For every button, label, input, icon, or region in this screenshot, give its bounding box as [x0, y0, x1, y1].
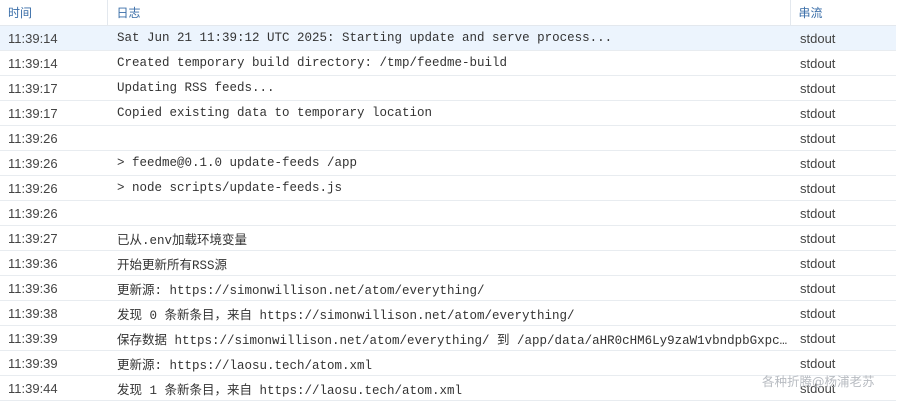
log-message: 发现 1 条新条目，来自 https://laosu.tech/atom.xml: [107, 375, 790, 401]
log-table: 时间 日志 串流 11:39:14 Sat Jun 21 11:39:12 UTC…: [0, 0, 896, 401]
table-row[interactable]: 11:39:27 已从.env加载环境变量 stdout: [0, 225, 896, 251]
column-header-stream[interactable]: 串流: [789, 0, 896, 26]
table-row[interactable]: 11:39:38 发现 0 条新条目，来自 https://simonwillis…: [0, 300, 896, 326]
log-message: Sat Jun 21 11:39:12 UTC 2025: Starting u…: [107, 25, 790, 51]
log-time: 11:39:36: [0, 250, 107, 276]
log-time: 11:39:26: [0, 150, 107, 176]
log-time: 11:39:17: [0, 100, 107, 126]
log-time: 11:39:44: [0, 375, 107, 401]
log-time: 11:39:26: [0, 125, 107, 151]
log-stream: stdout: [790, 100, 896, 126]
log-stream: stdout: [790, 375, 896, 401]
log-message: > feedme@0.1.0 update-feeds /app: [107, 150, 790, 176]
log-time: 11:39:27: [0, 225, 107, 251]
log-stream: stdout: [790, 175, 896, 201]
log-message: 更新源: https://laosu.tech/atom.xml: [107, 350, 790, 376]
log-message: [107, 125, 790, 151]
log-message: 保存数据 https://simonwillison.net/atom/ever…: [107, 325, 790, 351]
log-stream: stdout: [790, 200, 896, 226]
log-message: [107, 200, 790, 226]
table-row[interactable]: 11:39:44 发现 1 条新条目，来自 https://laosu.tech/…: [0, 375, 896, 401]
log-time: 11:39:14: [0, 50, 107, 76]
log-message: > node scripts/update-feeds.js: [107, 175, 790, 201]
log-stream: stdout: [790, 225, 896, 251]
table-row[interactable]: 11:39:36 开始更新所有RSS源 stdout: [0, 250, 896, 276]
log-stream: stdout: [790, 150, 896, 176]
table-row[interactable]: 11:39:26 > node scripts/update-feeds.js st…: [0, 175, 896, 201]
log-message: Created temporary build directory: /tmp/…: [107, 50, 790, 76]
log-time: 11:39:36: [0, 275, 107, 301]
table-row[interactable]: 11:39:17 Copied existing data to temporar…: [0, 100, 896, 126]
log-time: 11:39:26: [0, 175, 107, 201]
table-row[interactable]: 11:39:39 保存数据 https://simonwillison.net/a…: [0, 325, 896, 351]
log-time: 11:39:38: [0, 300, 107, 326]
log-message: Copied existing data to temporary locati…: [107, 100, 790, 126]
table-header: 时间 日志 串流: [0, 0, 896, 26]
table-row[interactable]: 11:39:14 Sat Jun 21 11:39:12 UTC 2025: St…: [0, 25, 896, 51]
log-stream: stdout: [790, 275, 896, 301]
log-stream: stdout: [790, 300, 896, 326]
table-row[interactable]: 11:39:26 stdout: [0, 200, 896, 226]
table-row[interactable]: 11:39:26 > feedme@0.1.0 update-feeds /app…: [0, 150, 896, 176]
log-time: 11:39:39: [0, 350, 107, 376]
log-stream: stdout: [790, 25, 896, 51]
table-row[interactable]: 11:39:14 Created temporary build director…: [0, 50, 896, 76]
log-stream: stdout: [790, 250, 896, 276]
log-time: 11:39:17: [0, 75, 107, 101]
table-row[interactable]: 11:39:17 Updating RSS feeds... stdout: [0, 75, 896, 101]
log-time: 11:39:39: [0, 325, 107, 351]
log-stream: stdout: [790, 75, 896, 101]
table-row[interactable]: 11:39:36 更新源: https://simonwillison.net/a…: [0, 275, 896, 301]
table-row[interactable]: 11:39:39 更新源: https://laosu.tech/atom.xml…: [0, 350, 896, 376]
log-stream: stdout: [790, 325, 896, 351]
column-header-log[interactable]: 日志: [106, 0, 790, 26]
log-stream: stdout: [790, 125, 896, 151]
log-stream: stdout: [790, 50, 896, 76]
column-header-time[interactable]: 时间: [0, 0, 107, 26]
table-row[interactable]: 11:39:26 stdout: [0, 125, 896, 151]
log-time: 11:39:14: [0, 25, 107, 51]
log-message: 更新源: https://simonwillison.net/atom/ever…: [107, 275, 790, 301]
log-time: 11:39:26: [0, 200, 107, 226]
log-message: 已从.env加载环境变量: [107, 225, 790, 251]
log-message: Updating RSS feeds...: [107, 75, 790, 101]
log-message: 开始更新所有RSS源: [107, 250, 790, 276]
log-message: 发现 0 条新条目，来自 https://simonwillison.net/a…: [107, 300, 790, 326]
log-stream: stdout: [790, 350, 896, 376]
